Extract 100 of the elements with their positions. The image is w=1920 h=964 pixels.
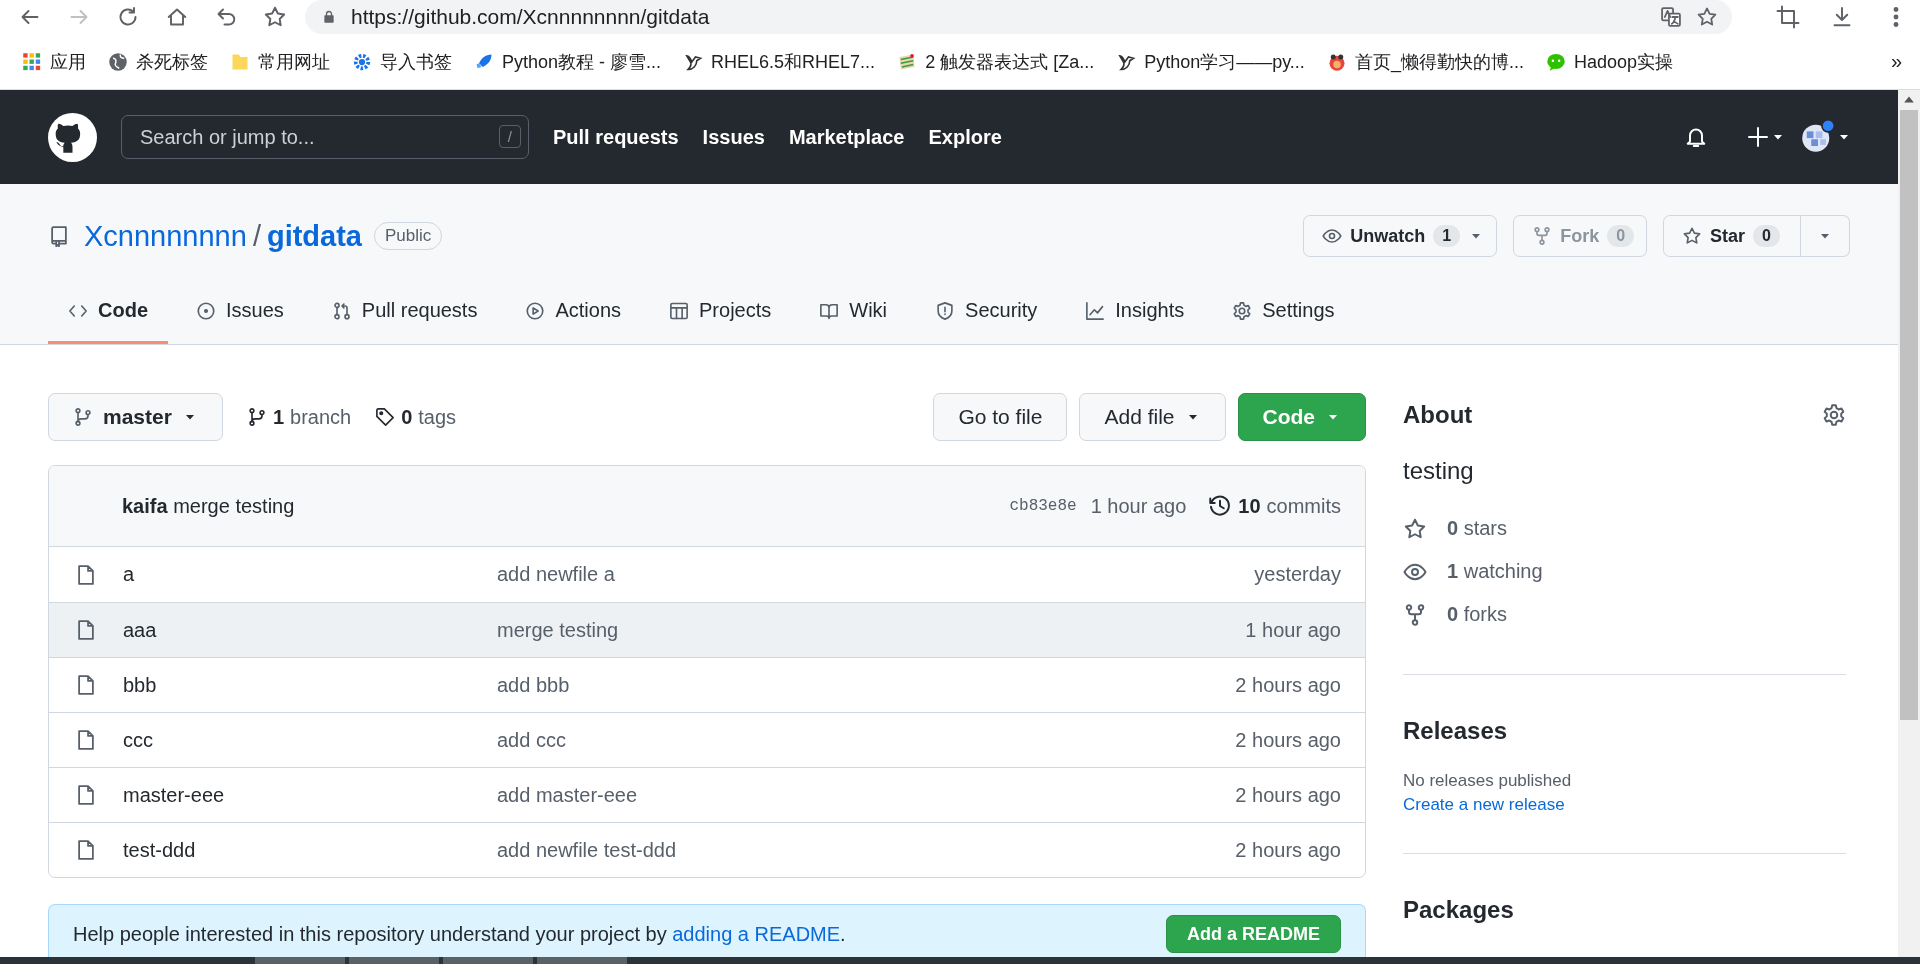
bookmark-link[interactable]: 导入书签 <box>352 49 452 74</box>
bookmark-link[interactable]: 杀死标签 <box>108 49 208 74</box>
bookmark-link[interactable]: 常用网址 <box>230 49 330 74</box>
file-time: 2 hours ago <box>1235 783 1341 807</box>
releases-heading: Releases <box>1403 717 1509 746</box>
commit-message-link[interactable]: merge testing <box>497 618 1246 642</box>
bookmark-link[interactable]: RHEL6.5和RHEL7... <box>683 49 876 74</box>
bookmark-link[interactable]: 首页_懒得勤快的博... <box>1326 49 1524 74</box>
create-release-link[interactable]: Create a new release <box>1403 795 1565 815</box>
commits-link[interactable]: 10 commits <box>1208 494 1341 518</box>
repository-name-link[interactable]: gitdata <box>266 219 362 253</box>
branch-icon <box>246 407 267 427</box>
fork-icon <box>1532 226 1553 246</box>
go-to-file-button[interactable]: Go to file <box>933 393 1068 441</box>
packages-heading: Packages <box>1403 896 1515 925</box>
repository-tab[interactable]: Projects <box>649 280 792 344</box>
fork-icon <box>1403 602 1427 627</box>
circle-dot-icon <box>196 300 216 321</box>
bookmark-link[interactable]: 应用 <box>22 49 86 74</box>
settings-icon[interactable] <box>1822 403 1846 427</box>
commit-hash-link[interactable]: cb83e8e <box>1009 497 1077 515</box>
tag-icon <box>375 407 396 427</box>
bookmark-link[interactable]: Hadoop实操 <box>1545 49 1673 74</box>
unwatch-button[interactable]: Unwatch 1 <box>1303 215 1498 257</box>
file-icon <box>75 674 97 696</box>
commit-time: 1 hour ago <box>1090 494 1187 518</box>
counter: 0 <box>1607 225 1635 247</box>
bookmark-star-icon[interactable] <box>1696 6 1718 28</box>
bookmark-link[interactable]: 2 触发器表达式 [Za... <box>897 49 1095 74</box>
file-name-link[interactable]: bbb <box>123 673 497 697</box>
star-dropdown-button[interactable] <box>1801 215 1850 257</box>
file-time: 2 hours ago <box>1235 673 1341 697</box>
pull-request-icon <box>331 300 352 321</box>
lock-icon <box>321 9 337 25</box>
logo-icon[interactable] <box>48 112 97 162</box>
settings-icon <box>1232 300 1253 321</box>
file-row[interactable]: a add newfile a yesterday <box>49 547 1365 602</box>
commit-message-link[interactable]: add newfile a <box>497 563 1255 586</box>
crop-icon[interactable] <box>1776 5 1800 29</box>
file-name-link[interactable]: master-eee <box>123 783 497 807</box>
file-time: yesterday <box>1254 563 1341 586</box>
commit-message-link[interactable]: add newfile test-ddd <box>497 838 1236 862</box>
header-nav-link[interactable]: Explore <box>928 125 1002 149</box>
url-text: https://github.com/Xcnnnnnnnn/gitdata <box>351 5 710 29</box>
file-name-link[interactable]: a <box>123 563 497 586</box>
file-name-link[interactable]: test-ddd <box>123 838 497 862</box>
add-readme-link[interactable]: adding a README <box>672 922 841 945</box>
stat-link[interactable]: 0 forks <box>1447 603 1508 626</box>
file-icon <box>75 619 97 641</box>
readme-hint-text: Help people interested in this repository understand your project by adding a README. <box>73 922 846 946</box>
path-separator: / <box>252 219 261 253</box>
star-icon <box>1403 516 1427 541</box>
stat-link[interactable]: 0 stars <box>1447 517 1508 540</box>
header-nav-link[interactable]: Marketplace <box>788 125 905 149</box>
repository-tab[interactable]: Settings <box>1212 280 1355 344</box>
scrollbar[interactable] <box>1898 90 1920 957</box>
star-icon <box>1682 226 1703 246</box>
file-name-link[interactable]: ccc <box>123 728 497 752</box>
repository-icon <box>48 225 70 247</box>
header-nav-link[interactable]: Issues <box>702 125 765 149</box>
file-row[interactable]: ccc add ccc 2 hours ago <box>49 712 1365 767</box>
file-time: 1 hour ago <box>1245 618 1341 642</box>
file-name-link[interactable]: aaa <box>123 618 497 642</box>
header-nav-link[interactable]: Pull requests <box>553 125 679 149</box>
scrollbar-thumb[interactable] <box>1900 110 1918 720</box>
keyboard-shortcut-hint: / <box>498 125 521 148</box>
gear-icon <box>352 51 372 72</box>
repository-tab[interactable]: Security <box>915 280 1058 344</box>
star-button[interactable]: Star 0 <box>1663 215 1801 257</box>
commit-message-link[interactable]: add ccc <box>497 728 1236 752</box>
avatar-icon <box>1800 119 1836 155</box>
file-time: 2 hours ago <box>1235 728 1341 752</box>
branch-selector[interactable]: master <box>48 393 223 441</box>
repository-description: testing <box>1403 457 1475 485</box>
repository-tab[interactable]: Wiki <box>799 280 908 344</box>
repository-tab[interactable]: Actions <box>505 280 642 344</box>
file-icon <box>75 839 97 861</box>
more-bookmarks-chevron[interactable]: » <box>1890 50 1906 73</box>
tags-link[interactable]: 0 tags <box>375 405 457 429</box>
commit-message-link[interactable]: add bbb <box>497 673 1236 697</box>
file-row[interactable]: test-ddd add newfile test-ddd 2 hours ago <box>49 822 1365 877</box>
address-bar[interactable]: https://github.com/Xcnnnnnnnn/gitdata <box>305 0 1732 34</box>
stat-link[interactable]: 1 watching <box>1447 560 1543 583</box>
repository-tab[interactable]: Insights <box>1065 280 1205 344</box>
add-file-button[interactable]: Add file <box>1079 393 1226 441</box>
play-circle-icon <box>525 300 546 321</box>
latest-commit-message: kaifa merge testing <box>122 494 295 518</box>
repository-tab[interactable]: Issues <box>176 280 304 344</box>
graph-icon <box>1085 300 1106 321</box>
branches-link[interactable]: 1 branch <box>246 405 352 429</box>
file-row[interactable]: master-eee add master-eee 2 hours ago <box>49 767 1365 822</box>
commit-message-link[interactable]: add master-eee <box>497 783 1236 807</box>
repository-tab[interactable]: Pull requests <box>311 280 498 344</box>
file-row[interactable]: bbb add bbb 2 hours ago <box>49 657 1365 712</box>
translate-icon[interactable] <box>1660 6 1682 28</box>
bookmark-link[interactable]: Python教程 - 廖雪... <box>474 49 662 74</box>
owner-link[interactable]: Xcnnnnnnnn <box>84 219 247 253</box>
repository-tab[interactable]: Code <box>48 280 168 344</box>
bookmark-link[interactable]: Python学习——py... <box>1116 49 1305 74</box>
file-row[interactable]: aaa merge testing 1 hour ago <box>49 602 1365 657</box>
